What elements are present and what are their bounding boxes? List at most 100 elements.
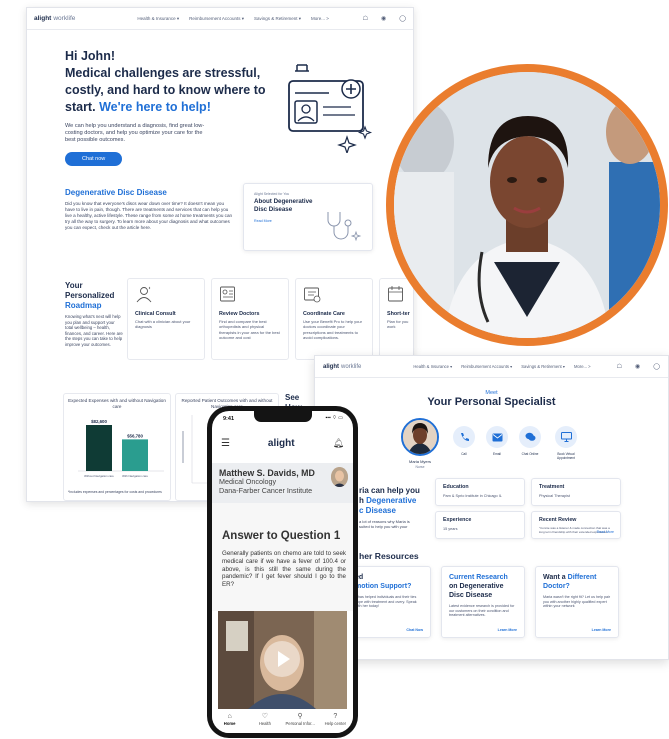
current-research-card[interactable]: Current Research on Degenerative Disc Di… [441, 566, 525, 638]
bell-icon[interactable]: 🔔︎ [333, 438, 344, 449]
account-icon[interactable]: ◉ [381, 15, 386, 22]
hero-headline: Hi John! Medical challenges are stressfu… [65, 49, 266, 114]
doctor-institute: Dana-Farber Cancer Institute [219, 485, 313, 495]
nav-reimbursement[interactable]: Reimbursement Accounts ▾ [189, 16, 244, 22]
logo[interactable]: alight worklife [323, 364, 361, 370]
nav-reimbursement[interactable]: Reimbursement Accounts ▾ [461, 364, 512, 369]
specialist-role: Nurse [415, 465, 425, 469]
other-resources-heading: her Resources [359, 551, 419, 561]
roadmap-card-review-doctors[interactable]: Review Doctors Find and compare the best… [211, 278, 289, 360]
recent-review-card: Recent Review "Connie was a listener & m… [531, 511, 621, 539]
phone-screen: 9:41 ▪▪▪ ⌔ ▭ ☰ alight 🔔︎ Matthew S. Davi… [212, 411, 353, 733]
expense-bar [122, 439, 148, 472]
nav-health[interactable]: Health & Insurance ▾ [413, 364, 452, 369]
expenses-footnote: *Includes expenses and percentages for c… [68, 490, 162, 495]
page-title: Your Personal Specialist [427, 396, 556, 408]
different-doctor-card[interactable]: Want a Different Doctor? Maria wasn't th… [535, 566, 619, 638]
chat-bubble-icon [525, 432, 535, 441]
medical-card-illustration [288, 64, 373, 153]
stethoscope-icon [327, 212, 362, 242]
expenses-chart-title: Expected Expenses with and without Navig… [68, 398, 166, 409]
email-button[interactable]: Email [483, 426, 511, 456]
hero: Hi John! Medical challenges are stressfu… [65, 48, 275, 166]
care-coordination-icon [304, 287, 321, 303]
roadmap-card-coordinate-care[interactable]: Coordinate Care Use your Benefit Pro to … [295, 278, 373, 360]
learn-more-link[interactable]: Learn More [592, 628, 611, 632]
logo[interactable]: alight worklife [34, 15, 75, 22]
book-appointment-button[interactable]: Book Virtual Appointment [549, 426, 583, 460]
notification-icon[interactable]: ☖ [617, 363, 622, 370]
review-read-more-link[interactable]: Read More [597, 530, 614, 534]
tab-health[interactable]: ♡ Health [250, 712, 280, 733]
roadmap-intro: Your Personalized Roadmap Knowing what's… [65, 281, 123, 347]
learn-more-link[interactable]: Learn More [498, 628, 517, 632]
specialist-page: alight worklife Health & Insurance ▾ Reim… [314, 355, 669, 660]
account-icon[interactable]: ◉ [635, 363, 640, 370]
nav-more[interactable]: More... > [311, 16, 329, 22]
tab-help-center[interactable]: ? Help center [320, 712, 350, 733]
diagnosis-title: Degenerative Disc Disease [65, 188, 167, 197]
specialist-top-nav: alight worklife Health & Insurance ▾ Reim… [315, 356, 668, 378]
experience-card: Experience 15 years [435, 511, 525, 539]
mobile-phone: 9:41 ▪▪▪ ⌔ ▭ ☰ alight 🔔︎ Matthew S. Davi… [207, 406, 358, 738]
play-icon [278, 651, 290, 667]
chat-now-link[interactable]: Chat Now [406, 628, 423, 632]
nav-savings[interactable]: Savings & Retirement ▾ [521, 364, 565, 369]
phone-notch [254, 411, 312, 422]
app-bar: ☰ alight 🔔︎ [212, 433, 353, 453]
clinician-icon [136, 286, 152, 303]
play-button[interactable] [264, 641, 300, 677]
specialist-avatar [401, 418, 439, 456]
monitor-icon [560, 432, 572, 442]
answer-text: Generally patients on chemo are told to … [222, 550, 346, 589]
answer-title: Answer to Question 1 [222, 530, 341, 542]
specialist-name: Maria Myers [408, 459, 431, 464]
expense-bar [86, 425, 112, 472]
video-player[interactable] [218, 611, 347, 709]
status-icons: ▪▪▪ ⌔ ▭ [325, 415, 343, 421]
expense-data-label: $82,600 [91, 419, 107, 424]
expenses-chart: $82,600 Without Navigation care $56,780 Wit… [78, 419, 164, 478]
home-icon: ⌂ [227, 713, 232, 720]
diagnosis-article-card[interactable]: Alight Selected for You About Degenerati… [243, 183, 373, 251]
doctor-thumbnail [331, 467, 348, 487]
doctor-face [331, 467, 348, 487]
app-logo: alight [267, 437, 295, 449]
status-time: 9:41 [223, 416, 235, 422]
roadmap-card-clinical-consult[interactable]: Clinical Consult Chat with a clinician a… [127, 278, 205, 360]
doctor-portrait-illustration [394, 72, 660, 338]
help-icon: ? [333, 713, 338, 720]
call-button[interactable]: Call [450, 426, 478, 456]
hamburger-menu-icon[interactable]: ☰ [221, 438, 230, 449]
tab-personal-info[interactable]: ⚲ Personal Infor... [285, 712, 315, 733]
chat-icon[interactable]: ◯ [399, 15, 406, 22]
notification-icon[interactable]: ☖ [363, 15, 368, 22]
emotion-support-card[interactable]: ed motion Support? s has helped individua… [347, 566, 431, 638]
diagnosis-body: Did you know that everyone's discs wear … [65, 201, 233, 230]
hero-body: We can help you understand a diagnosis, … [65, 123, 205, 143]
tab-home[interactable]: ⌂ Home [215, 712, 245, 733]
nav-health[interactable]: Health & Insurance ▾ [137, 16, 179, 22]
diagnosis-section: Degenerative Disc Disease Did you know t… [65, 188, 235, 231]
person-icon: ⚲ [297, 713, 303, 720]
chat-now-button[interactable]: Chat now [65, 152, 123, 166]
specialist-photo [403, 420, 437, 454]
doctor-list-icon [220, 286, 235, 302]
calendar-icon [388, 286, 403, 302]
top-nav: alight worklife Health & Insurance ▾ Reim… [27, 8, 413, 30]
roadmap-card-short-term[interactable]: Short-ter Plan for you work [379, 278, 413, 360]
expense-category-label: Without Navigation care [84, 474, 114, 478]
help-section: ria can help you h Degenerative c Diseas… [359, 486, 420, 529]
chat-online-button[interactable]: Chat Online [516, 426, 544, 456]
expenses-chart-card: Expected Expenses with and without Navig… [63, 393, 171, 501]
heart-icon: ♡ [261, 713, 269, 720]
expense-category-label: With Navigation care [122, 474, 148, 478]
nav-more[interactable]: More... > [574, 364, 591, 369]
email-icon [492, 433, 502, 441]
education-card: Education Pam & Sprio Institute in Chica… [435, 478, 525, 506]
nav-savings[interactable]: Savings & Retirement ▾ [254, 16, 301, 22]
doctor-photo [386, 64, 668, 346]
chat-icon[interactable]: ◯ [653, 363, 660, 370]
phone-icon [461, 433, 469, 441]
treatment-card: Treatment Physical Therapist [531, 478, 621, 506]
